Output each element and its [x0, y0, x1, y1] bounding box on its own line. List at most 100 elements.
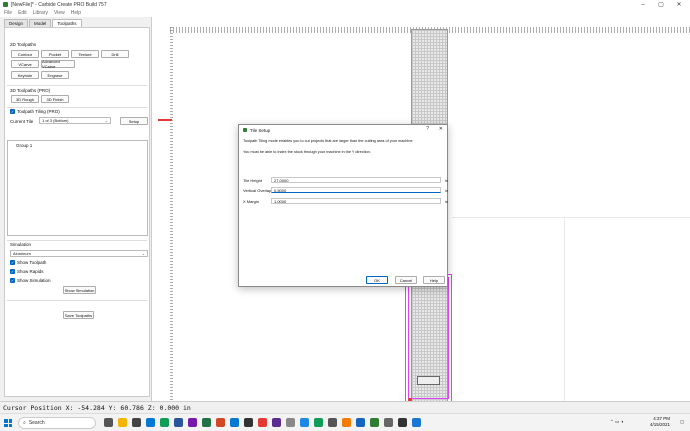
menu-edit[interactable]: Edit [18, 10, 27, 16]
material-select[interactable]: Aluminum ⌄ [10, 250, 148, 257]
tab-bar: Design Model Toolpaths [4, 19, 83, 27]
search-placeholder: Search [28, 420, 45, 426]
section-3d-toolpaths: 3D Toolpaths (PRO) [10, 88, 51, 93]
app-icon[interactable] [398, 418, 407, 427]
show-toolpath-label: Show Toolpath [17, 260, 47, 265]
tab-model[interactable]: Model [29, 19, 52, 27]
notification-icon[interactable]: ▢ [680, 419, 684, 425]
section-2d-toolpaths: 2D Toolpaths [10, 42, 37, 47]
ok-button[interactable]: OK [366, 276, 388, 284]
close-icon[interactable]: ✕ [439, 126, 443, 132]
outlook-icon[interactable] [230, 418, 239, 427]
vertical-overlap-unit: in [445, 188, 449, 193]
vertical-ruler [170, 27, 173, 401]
tile-marker [158, 119, 172, 121]
contour-button[interactable]: Contour [11, 50, 39, 58]
check-icon: ✓ [10, 260, 15, 265]
menu-file[interactable]: File [4, 10, 12, 16]
check-icon: ✓ [10, 278, 15, 283]
app-icon[interactable] [384, 418, 393, 427]
x-margin-field[interactable]: 1.0000 [271, 198, 441, 204]
engrave-button[interactable]: Engrave [41, 71, 69, 79]
3d-rough-button[interactable]: 3D Rough [11, 95, 39, 103]
tile-height-field[interactable]: 27.0000 [271, 177, 441, 183]
drill-button[interactable]: Drill [101, 50, 129, 58]
setup-button[interactable]: Setup [120, 117, 148, 125]
cursor-position: Cursor Position X: -54.284 Y: 60.786 Z: … [3, 403, 191, 412]
store-icon[interactable] [132, 418, 141, 427]
divider [7, 107, 147, 108]
advanced-vcarve-button[interactable]: Advanced VCarve [41, 59, 75, 69]
word-icon[interactable] [174, 418, 183, 427]
app-icon[interactable] [314, 418, 323, 427]
design-shape[interactable] [417, 376, 440, 385]
tab-toolpaths[interactable]: Toolpaths [52, 19, 82, 27]
tray-icons[interactable]: ⌃ ▭ ◑ [610, 419, 623, 425]
file-explorer-icon[interactable] [118, 418, 127, 427]
browser-icon[interactable] [160, 418, 169, 427]
show-simulation-button[interactable]: Show Simulation [63, 286, 96, 294]
taskbar-clock[interactable]: 4:37 PM 4/15/2021 [650, 416, 670, 428]
group-list[interactable]: Group 1 [7, 140, 148, 236]
chevron-down-icon: ⌄ [104, 118, 108, 123]
menu-view[interactable]: View [54, 10, 65, 16]
tile-setup-dialog: Tile Setup ? ✕ Toolpath Tiling mode enab… [238, 124, 448, 287]
onenote-icon[interactable] [188, 418, 197, 427]
mail-icon[interactable] [146, 418, 155, 427]
excel-icon[interactable] [202, 418, 211, 427]
x-margin-unit: in [445, 199, 449, 204]
help-button[interactable]: Help [423, 276, 445, 284]
app-icon[interactable] [412, 418, 421, 427]
status-bar: Cursor Position X: -54.284 Y: 60.786 Z: … [0, 401, 690, 413]
taskbar-search[interactable]: ⌕ Search [18, 417, 96, 429]
tile-height-unit: in [445, 178, 449, 183]
app-icon[interactable] [286, 418, 295, 427]
menu-help[interactable]: Help [71, 10, 81, 16]
show-toolpath-checkbox[interactable]: ✓ Show Toolpath [10, 260, 46, 265]
carbide-create-icon[interactable] [370, 418, 379, 427]
grid-line [452, 217, 690, 218]
menu-library[interactable]: Library [33, 10, 48, 16]
vcarve-button[interactable]: VCarve [11, 60, 39, 68]
help-icon[interactable]: ? [426, 126, 429, 132]
3d-finish-button[interactable]: 3D Finish [41, 95, 69, 103]
title-bar: [NewFile]* - Carbide Create PRO Build 75… [0, 0, 690, 9]
current-tile-label: Current Tile [10, 119, 34, 124]
app-icon[interactable] [356, 418, 365, 427]
tile-height-label: Tile Height [243, 178, 262, 183]
tab-design[interactable]: Design [4, 19, 29, 27]
cancel-button[interactable]: Cancel [395, 276, 417, 284]
list-item[interactable]: Group 1 [16, 143, 32, 148]
vertical-overlap-field[interactable]: 0.5000 [271, 187, 441, 193]
texture-button[interactable]: Texture [71, 50, 99, 58]
show-rapids-checkbox[interactable]: ✓ Show Rapids [10, 269, 44, 274]
app-icon[interactable] [300, 418, 309, 427]
pocket-button[interactable]: Pocket [41, 50, 69, 58]
current-tile-value: 1 of 3 (Bottom) [42, 118, 69, 123]
close-window-icon[interactable]: ✕ [672, 0, 686, 9]
divider [7, 300, 147, 301]
minimize-icon[interactable]: – [636, 0, 650, 9]
toolpaths-panel: 2D Toolpaths Contour Pocket Texture Dril… [4, 27, 150, 397]
check-icon: ✓ [10, 109, 15, 114]
task-view-icon[interactable] [104, 418, 113, 427]
app-icon[interactable] [258, 418, 267, 427]
terminal-icon[interactable] [244, 418, 253, 427]
app-icon[interactable] [328, 418, 337, 427]
windows-start-icon[interactable] [4, 419, 12, 427]
show-simulation-checkbox[interactable]: ✓ Show Simulation [10, 278, 51, 283]
maximize-icon[interactable]: ▢ [654, 0, 668, 9]
toolpath-tiling-label: Toolpath Tiling (PRO) [17, 109, 60, 114]
keyhole-button[interactable]: Keyhole [11, 71, 39, 79]
save-toolpaths-button[interactable]: Save Toolpaths [63, 311, 94, 319]
left-panel: Design Model Toolpaths 2D Toolpaths Cont… [0, 17, 152, 401]
teams-icon[interactable] [272, 418, 281, 427]
toolpath-tiling-checkbox[interactable]: ✓ Toolpath Tiling (PRO) [10, 109, 60, 114]
vertical-overlap-label: Vertical Overlap [243, 188, 272, 193]
app-icon[interactable] [342, 418, 351, 427]
dialog-description: Toolpath Tiling mode enables you to cut … [243, 139, 414, 143]
search-icon: ⌕ [23, 420, 26, 426]
divider [7, 85, 147, 86]
current-tile-select[interactable]: 1 of 3 (Bottom) ⌄ [39, 117, 111, 124]
powerpoint-icon[interactable] [216, 418, 225, 427]
